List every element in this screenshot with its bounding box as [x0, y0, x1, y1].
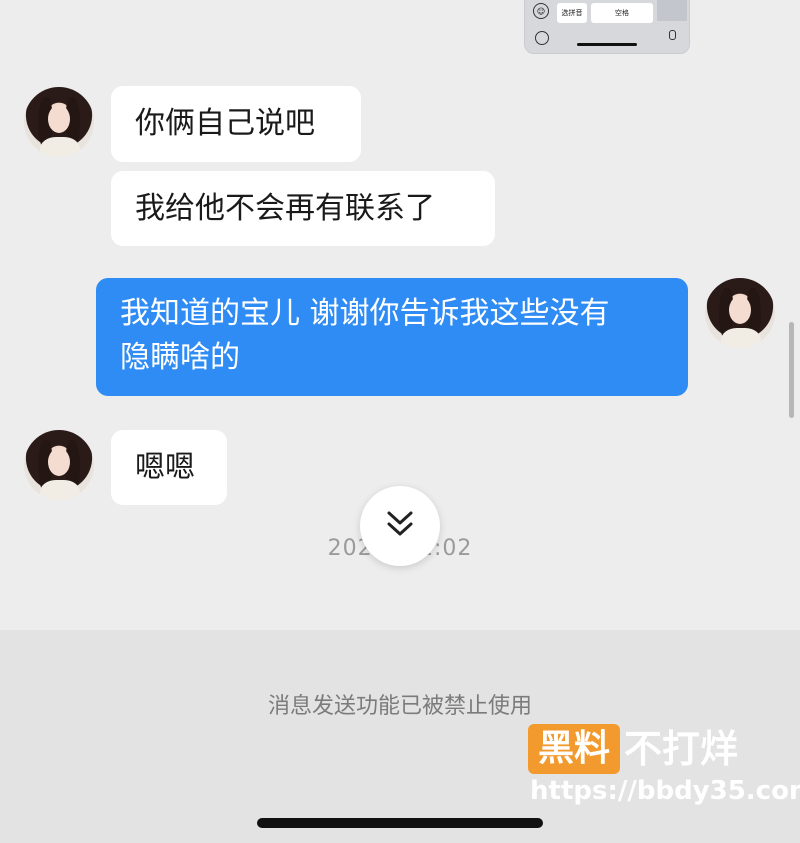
keyboard-key-pinyin: 选拼音 — [557, 3, 587, 23]
message-text: 嗯嗯 — [135, 450, 195, 485]
contact-avatar[interactable] — [24, 87, 94, 157]
watermark-text: 不打烊 — [624, 727, 739, 771]
message-text: 你俩自己说吧 — [135, 106, 315, 141]
double-chevron-down-icon — [385, 510, 415, 542]
watermark-url: https://bbdy35.com — [530, 776, 800, 806]
keyboard-thumbnail: ☺ 选拼音 空格 — [524, 0, 690, 54]
message-bubble-incoming[interactable]: 我给他不会再有联系了 — [111, 171, 495, 246]
input-panel: 消息发送功能已被禁止使用 黑料 不打烊 https://bbdy35.com — [0, 630, 800, 843]
contact-avatar[interactable] — [24, 430, 94, 500]
microphone-icon — [669, 30, 676, 40]
messaging-disabled-notice: 消息发送功能已被禁止使用 — [267, 694, 532, 719]
message-bubble-incoming[interactable]: 嗯嗯 — [111, 430, 227, 505]
chat-area[interactable]: ☺ 选拼音 空格 你俩自己说吧 我给他不会再有联系了 我知道的宝儿 谢谢你告诉我… — [0, 0, 800, 630]
message-text-line: 隐瞒啥的 — [120, 340, 240, 375]
keyboard-key-space: 空格 — [591, 3, 653, 23]
scroll-to-bottom-button[interactable] — [360, 486, 440, 566]
keyboard-send-key — [657, 0, 687, 21]
emoji-icon: ☺ — [533, 3, 549, 19]
user-avatar[interactable] — [705, 278, 775, 348]
message-text: 我给他不会再有联系了 — [135, 191, 435, 226]
globe-icon — [535, 31, 549, 45]
home-indicator[interactable] — [257, 818, 543, 828]
scrollbar-thumb[interactable] — [789, 322, 794, 418]
message-bubble-incoming[interactable]: 你俩自己说吧 — [111, 86, 361, 162]
keyboard-home-bar — [577, 43, 637, 46]
message-bubble-outgoing[interactable]: 我知道的宝儿 谢谢你告诉我这些没有 隐瞒啥的 — [96, 278, 688, 396]
watermark-badge: 黑料 — [528, 724, 620, 774]
message-text-line: 我知道的宝儿 谢谢你告诉我这些没有 — [120, 296, 610, 331]
